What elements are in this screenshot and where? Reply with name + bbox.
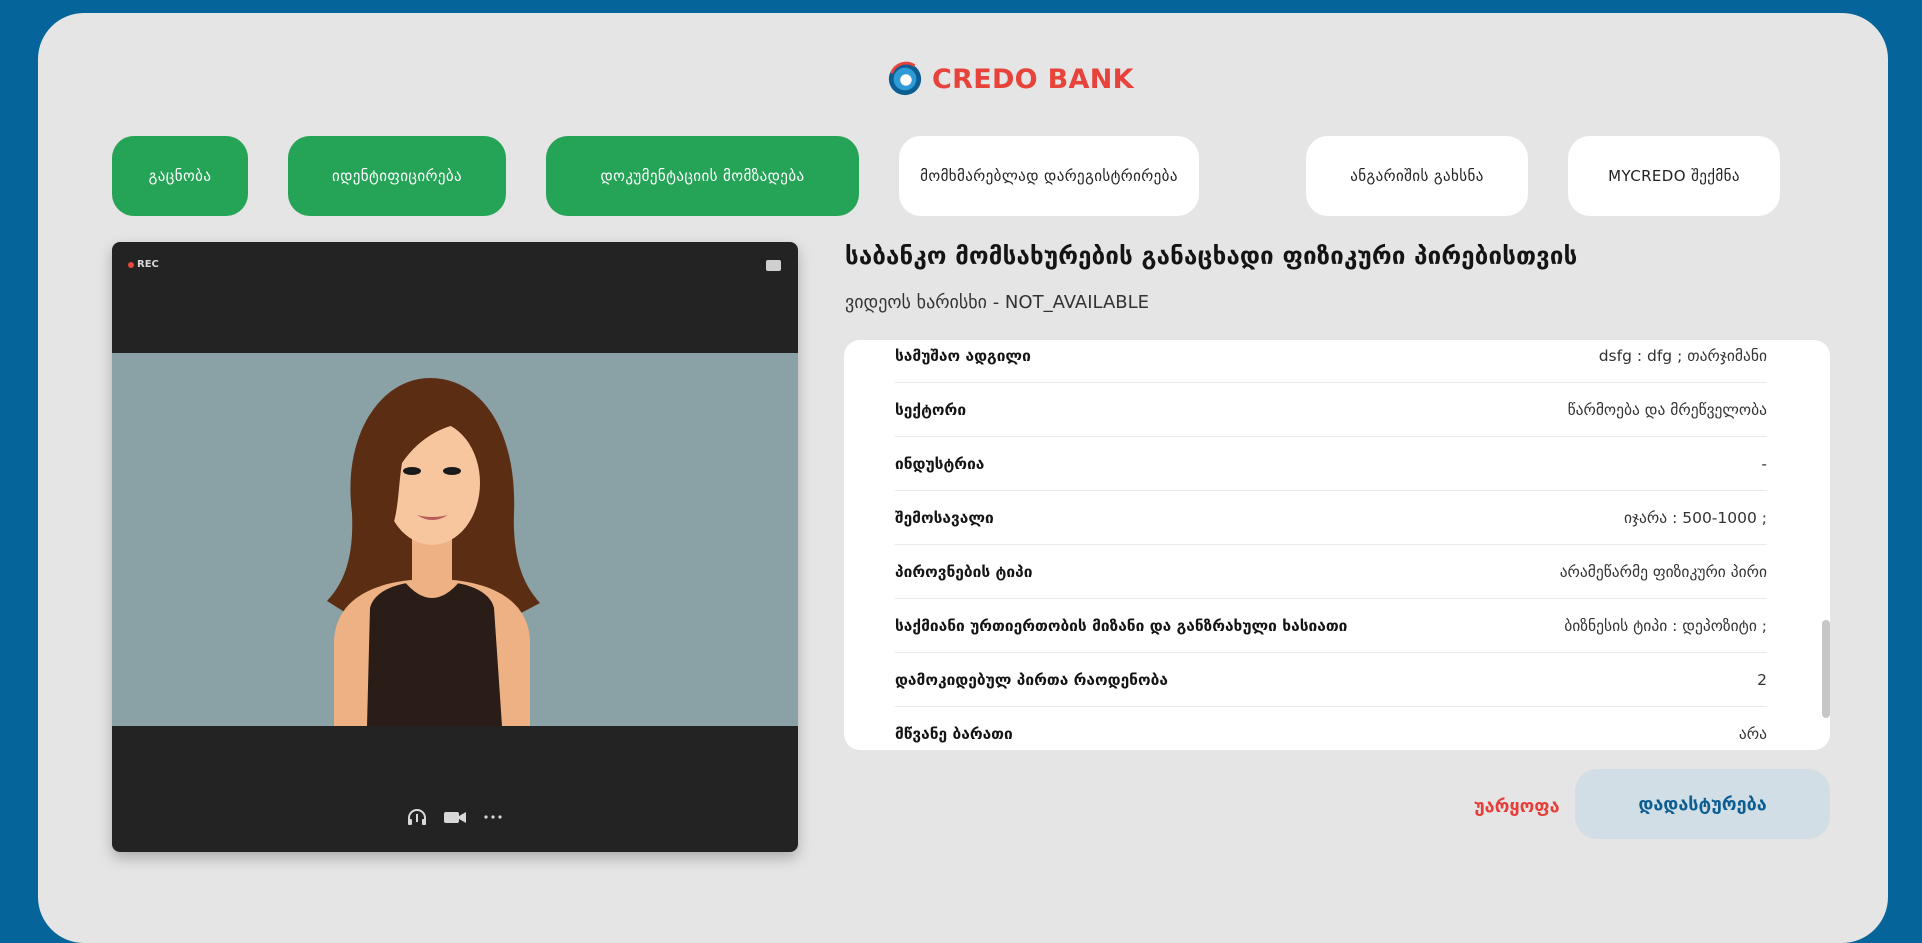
row-label: მწვანე ბარათი bbox=[895, 725, 1013, 743]
camera-icon[interactable] bbox=[443, 808, 467, 826]
rec-label: REC bbox=[137, 259, 159, 270]
step-identification[interactable]: იდენტიფიცირება bbox=[288, 136, 506, 216]
step-customer-registration[interactable]: მომხმარებლად დარეგისტრირება bbox=[899, 136, 1199, 216]
row-value: ბიზნესის ტიპი : დეპოზიტი ; bbox=[1564, 616, 1767, 635]
row-label: სექტორი bbox=[895, 400, 967, 419]
row-label: დამოკიდებულ პირთა რაოდენობა bbox=[895, 670, 1168, 689]
row-value: dsfg : dfg ; თარჯიმანი bbox=[1598, 346, 1767, 365]
row-label: შემოსავალი bbox=[895, 508, 994, 527]
video-call-panel: REC bbox=[112, 242, 798, 852]
detail-row: შემოსავალი იჯარა : 500-1000 ; bbox=[895, 491, 1767, 545]
row-label: საქმიანი ურთიერთობის მიზანი და განზრახულ… bbox=[895, 616, 1348, 635]
form-title: საბანკო მომსახურების განაცხადი ფიზიკური … bbox=[845, 242, 1578, 270]
row-value: იჯარა : 500-1000 ; bbox=[1624, 508, 1767, 527]
video-quality-text: ვიდეოს ხარისხი - NOT_AVAILABLE bbox=[845, 292, 1150, 313]
brand-name: CREDO BANK bbox=[932, 63, 1134, 95]
scrollbar-thumb[interactable] bbox=[1822, 620, 1830, 718]
logo-icon bbox=[888, 61, 922, 96]
application-details-panel[interactable]: სამუშაო ადგილი dsfg : dfg ; თარჯიმანი სე… bbox=[844, 340, 1830, 750]
row-value: წარმოება და მრეწველობა bbox=[1567, 400, 1767, 419]
step-label: MYCREDO შექმნა bbox=[1608, 167, 1740, 185]
step-introduction[interactable]: გაცნობა bbox=[112, 136, 248, 216]
step-documentation[interactable]: დოკუმენტაციის მომზადება bbox=[546, 136, 859, 216]
row-value: არა bbox=[1738, 725, 1767, 743]
step-label: ანგარიშის გახსნა bbox=[1350, 167, 1484, 185]
step-label: იდენტიფიცირება bbox=[331, 167, 463, 185]
row-label: ინდუსტრია bbox=[895, 454, 985, 473]
detail-row: პიროვნების ტიპი არამეწარმე ფიზიკური პირი bbox=[895, 545, 1767, 599]
call-controls bbox=[112, 804, 798, 830]
detail-row: სამუშაო ადგილი dsfg : dfg ; თარჯიმანი bbox=[895, 340, 1767, 383]
row-value: - bbox=[1761, 454, 1767, 473]
row-value: 2 bbox=[1757, 670, 1767, 689]
reject-button[interactable]: უარყოფა bbox=[1474, 788, 1560, 824]
detail-row: მწვანე ბარათი არა bbox=[895, 707, 1767, 750]
step-label: დოკუმენტაციის მომზადება bbox=[600, 167, 805, 185]
customer-avatar-image bbox=[327, 378, 540, 726]
detail-row: სექტორი წარმოება და მრეწველობა bbox=[895, 383, 1767, 437]
step-label: გაცნობა bbox=[148, 167, 212, 185]
step-account-opening[interactable]: ანგარიშის გახსნა bbox=[1306, 136, 1528, 216]
progress-steps: გაცნობა იდენტიფიცირება დოკუმენტაციის მომ… bbox=[38, 136, 1888, 216]
video-feed bbox=[112, 353, 798, 726]
headset-icon[interactable] bbox=[405, 808, 429, 826]
detail-row: საქმიანი ურთიერთობის მიზანი და განზრახულ… bbox=[895, 599, 1767, 653]
row-value: არამეწარმე ფიზიკური პირი bbox=[1559, 562, 1767, 581]
rec-dot-icon bbox=[128, 261, 134, 268]
row-label: პიროვნების ტიპი bbox=[895, 562, 1033, 581]
detail-row: ინდუსტრია - bbox=[895, 437, 1767, 491]
detail-row: დამოკიდებულ პირთა რაოდენობა 2 bbox=[895, 653, 1767, 707]
confirm-button[interactable]: დადასტურება bbox=[1575, 769, 1830, 839]
recording-indicator: REC bbox=[128, 259, 159, 270]
step-label: მომხმარებლად დარეგისტრირება bbox=[920, 167, 1178, 185]
camera-thumbnail-icon[interactable] bbox=[766, 260, 781, 271]
more-icon[interactable] bbox=[481, 808, 505, 826]
step-mycredo-creation[interactable]: MYCREDO შექმნა bbox=[1568, 136, 1780, 216]
credo-bank-logo: CREDO BANK bbox=[886, 59, 1134, 99]
confirm-label: დადასტურება bbox=[1638, 793, 1767, 815]
row-label: სამუშაო ადგილი bbox=[895, 346, 1031, 365]
